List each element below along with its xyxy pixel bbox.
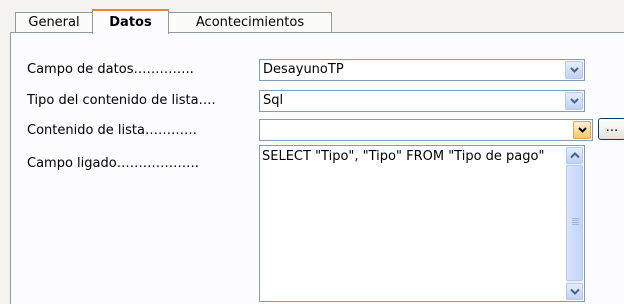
campo-ligado-label: Campo ligado………………. [27,156,199,171]
campo-datos-label: Campo de datos………….. [27,62,194,77]
scroll-thumb[interactable] [566,165,583,281]
grip-icon [572,218,579,226]
tipo-contenido-value: Sql [263,93,284,108]
sql-textarea[interactable]: SELECT "Tipo", "Tipo" FROM "Tipo de pago… [259,145,585,302]
tab-acontecimientos[interactable]: Acontecimientos [168,12,332,33]
tipo-contenido-combo[interactable]: Sql [259,90,585,112]
browse-button[interactable]: ... [598,118,624,140]
tab-general[interactable]: General [15,12,93,33]
contenido-lista-label: Contenido de lista………… [27,123,197,138]
campo-datos-value: DesayunoTP [263,62,344,77]
chevron-down-icon[interactable] [573,121,591,139]
chevron-up-icon[interactable] [566,147,583,164]
tab-datos[interactable]: Datos [92,9,169,34]
chevron-down-icon[interactable] [566,283,583,300]
campo-datos-combo[interactable]: DesayunoTP [259,59,585,81]
sql-text: SELECT "Tipo", "Tipo" FROM "Tipo de pago… [262,149,545,164]
chevron-down-icon[interactable] [565,61,583,79]
vertical-scrollbar[interactable] [566,147,583,300]
chevron-down-icon[interactable] [565,92,583,110]
tipo-contenido-label: Tipo del contenido de lista…. [27,93,216,108]
contenido-lista-combo[interactable] [259,119,593,141]
